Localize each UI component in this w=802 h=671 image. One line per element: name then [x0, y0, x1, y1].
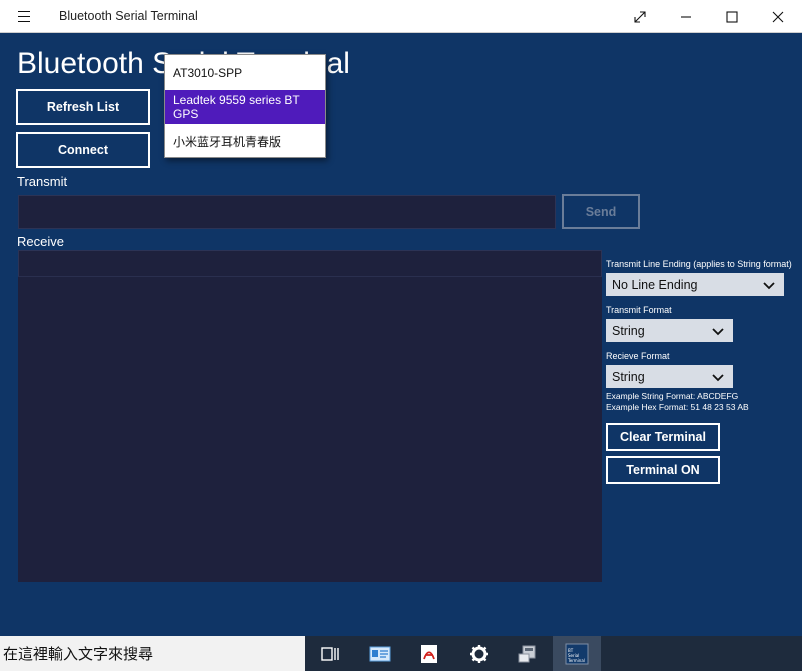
- device-option-leadtek[interactable]: Leadtek 9559 series BT GPS: [165, 90, 325, 124]
- serial-terminal-app-icon[interactable]: BT Serial Terminal: [553, 636, 601, 671]
- task-view-icon[interactable]: [306, 636, 354, 671]
- receive-terminal[interactable]: [18, 250, 602, 582]
- device-manager-icon[interactable]: [504, 636, 552, 671]
- device-option-xiaomi[interactable]: 小米蓝牙耳机青春版: [165, 124, 325, 158]
- terminal-toggle-button[interactable]: Terminal ON: [606, 456, 720, 484]
- chevron-down-icon: [763, 282, 775, 290]
- device-dropdown: AT3010-SPP Leadtek 9559 series BT GPS 小米…: [164, 54, 326, 158]
- example-string-format: Example String Format: ABCDEFG: [606, 391, 739, 401]
- svg-text:Terminal: Terminal: [567, 658, 585, 663]
- receive-label: Receive: [17, 234, 64, 249]
- contact-card-icon[interactable]: [356, 636, 404, 671]
- chevron-down-icon: [712, 328, 724, 336]
- taskbar-search-input[interactable]: 在這裡輸入文字來搜尋: [0, 636, 305, 671]
- transmit-label: Transmit: [17, 174, 68, 189]
- settings-gear-icon[interactable]: [455, 636, 503, 671]
- receive-format-select[interactable]: String: [606, 365, 733, 388]
- minimize-icon[interactable]: [663, 0, 709, 33]
- line-ending-value: No Line Ending: [612, 278, 698, 292]
- transmit-format-label: Transmit Format: [606, 305, 672, 315]
- title-bar: Bluetooth Serial Terminal: [0, 0, 802, 33]
- pdf-icon[interactable]: [405, 636, 453, 671]
- close-icon[interactable]: [755, 0, 801, 33]
- refresh-list-button[interactable]: Refresh List: [16, 89, 150, 125]
- receive-format-label: Recieve Format: [606, 351, 670, 361]
- receive-format-value: String: [612, 370, 645, 384]
- taskbar: 在這裡輸入文字來搜尋 BT Serial Terminal: [0, 636, 802, 671]
- example-hex-format: Example Hex Format: 51 48 23 53 AB: [606, 402, 749, 412]
- window-title: Bluetooth Serial Terminal: [59, 9, 198, 23]
- transmit-input[interactable]: [18, 195, 556, 229]
- transmit-format-select[interactable]: String: [606, 319, 733, 342]
- transmit-format-value: String: [612, 324, 645, 338]
- chevron-down-icon: [712, 374, 724, 382]
- clear-terminal-button[interactable]: Clear Terminal: [606, 423, 720, 451]
- line-ending-select[interactable]: No Line Ending: [606, 273, 784, 296]
- send-button[interactable]: Send: [562, 194, 640, 229]
- connect-button[interactable]: Connect: [16, 132, 150, 168]
- device-option-at3010[interactable]: AT3010-SPP: [165, 56, 325, 90]
- maximize-icon[interactable]: [709, 0, 755, 33]
- line-ending-label: Transmit Line Ending (applies to String …: [606, 259, 792, 269]
- receive-header-row: [18, 250, 602, 277]
- compact-overlay-icon[interactable]: [617, 0, 663, 33]
- hamburger-menu-icon[interactable]: [12, 9, 36, 25]
